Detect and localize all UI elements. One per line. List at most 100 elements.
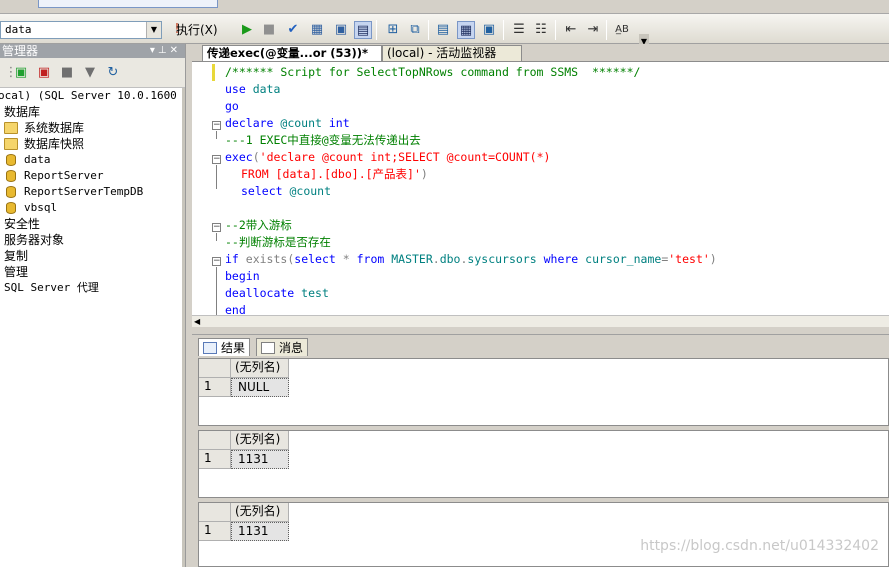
code-line-8: select @count bbox=[241, 183, 331, 200]
chevron-down-icon[interactable]: ▼ bbox=[146, 22, 161, 38]
specify-values-icon[interactable]: A̲B bbox=[613, 21, 631, 39]
database-select[interactable]: data ▼ bbox=[0, 21, 162, 39]
debug-play-icon[interactable]: ▶ bbox=[238, 21, 256, 39]
row-number[interactable]: 1 bbox=[199, 450, 231, 469]
message-icon bbox=[261, 342, 275, 354]
window-tab-fragment[interactable] bbox=[38, 0, 218, 8]
row-number[interactable]: 1 bbox=[199, 522, 231, 541]
title-strip bbox=[0, 0, 889, 14]
decrease-indent-icon[interactable]: ⇤ bbox=[562, 21, 580, 39]
tree-node-server[interactable]: ocal) (SQL Server 10.0.1600 - S bbox=[0, 88, 185, 104]
refresh-icon[interactable]: ↻ bbox=[104, 64, 122, 82]
scroll-left-icon[interactable]: ◀ bbox=[194, 317, 200, 326]
result-grid-3[interactable]: (无列名) 1 1131 bbox=[198, 502, 889, 567]
results-to-file-icon[interactable]: ▣ bbox=[480, 21, 498, 39]
tree-node-databases[interactable]: 数据库 bbox=[0, 104, 185, 120]
database-icon bbox=[6, 170, 16, 182]
tree-node-db-vbsql[interactable]: vbsql bbox=[0, 200, 185, 216]
sql-keyword: declare bbox=[225, 116, 274, 130]
sql-keyword: if bbox=[225, 252, 239, 266]
results-pane: (无列名) 1 NULL (无列名) 1 1131 (无列名) 1 1131 bbox=[192, 356, 889, 567]
sql-variable: @count bbox=[273, 116, 329, 130]
query-editor[interactable]: − − − − /****** Script for SelectTopNRow… bbox=[192, 61, 889, 315]
tree-node-system-databases[interactable]: 系统数据库 bbox=[0, 120, 185, 136]
filter-icon[interactable]: ▼ bbox=[81, 64, 99, 82]
tree-node-database-snapshots[interactable]: 数据库快照 bbox=[0, 136, 185, 152]
execute-button[interactable]: 执行(X) bbox=[176, 21, 218, 39]
code-line-12: if exists(select * from MASTER.dbo.syscu… bbox=[225, 251, 717, 268]
result-grid-2[interactable]: (无列名) 1 1131 bbox=[198, 430, 889, 498]
comment-lines-icon[interactable]: ☰ bbox=[510, 21, 528, 39]
dropdown-icon[interactable]: ▾ bbox=[150, 45, 158, 56]
grid-icon bbox=[203, 342, 217, 354]
increase-indent-icon[interactable]: ⇥ bbox=[584, 21, 602, 39]
sql-identifier: test bbox=[294, 286, 329, 300]
outline-line bbox=[216, 165, 217, 189]
changed-line-marker bbox=[212, 64, 215, 81]
sql-comment: --判断游标是否存在 bbox=[225, 235, 331, 249]
grid-corner[interactable] bbox=[199, 503, 231, 522]
include-plan-icon[interactable]: ▣ bbox=[332, 21, 350, 39]
column-header[interactable]: (无列名) bbox=[231, 359, 289, 378]
grid-corner[interactable] bbox=[199, 359, 231, 378]
sql-identifier: cursor_name bbox=[578, 252, 662, 266]
code-line-2: use data bbox=[225, 81, 280, 98]
stop-icon[interactable]: ■ bbox=[58, 64, 76, 82]
tab-results-label: 结果 bbox=[221, 341, 246, 355]
code-line-14: deallocate test bbox=[225, 285, 329, 302]
sql-punct: . bbox=[432, 252, 440, 266]
column-header[interactable]: (无列名) bbox=[231, 503, 289, 522]
pin-icon[interactable]: ⊥ bbox=[158, 45, 170, 56]
collapse-icon[interactable]: − bbox=[212, 257, 221, 266]
cell-value[interactable]: 1131 bbox=[231, 522, 289, 541]
connect-icon[interactable]: ▣ bbox=[12, 64, 30, 82]
collapse-icon[interactable]: − bbox=[212, 223, 221, 232]
tab-activity-monitor[interactable]: (local) - 活动监视器 bbox=[382, 45, 522, 61]
cell-value[interactable]: 1131 bbox=[231, 450, 289, 469]
parse-check-icon[interactable]: ✔ bbox=[284, 21, 302, 39]
row-number[interactable]: 1 bbox=[199, 378, 231, 397]
disconnect-icon[interactable]: ▣ bbox=[35, 64, 53, 82]
tree-node-server-objects[interactable]: 服务器对象 bbox=[0, 232, 185, 248]
collapse-icon[interactable]: − bbox=[212, 155, 221, 164]
close-icon[interactable]: ✕ bbox=[170, 45, 181, 56]
sql-comment: /****** Script for SelectTopNRows comman… bbox=[225, 65, 641, 79]
sql-string: 'declare @count int;SELECT @count=COUNT(… bbox=[259, 150, 551, 164]
grid-corner[interactable] bbox=[199, 431, 231, 450]
results-to-grid-icon[interactable]: ▤ bbox=[354, 21, 372, 39]
toolbar-separator bbox=[376, 20, 377, 40]
result-grid-1[interactable]: (无列名) 1 NULL bbox=[198, 358, 889, 426]
sql-comment: --2带入游标 bbox=[225, 218, 292, 232]
tree-node-db-reportservertempdb[interactable]: ReportServerTempDB bbox=[0, 184, 185, 200]
tree-node-db-reportserver[interactable]: ReportServer bbox=[0, 168, 185, 184]
column-header[interactable]: (无列名) bbox=[231, 431, 289, 450]
sql-keyword: select bbox=[241, 184, 283, 198]
explorer-scrollbar[interactable] bbox=[182, 88, 185, 567]
tree-node-sql-agent[interactable]: SQL Server 代理 bbox=[0, 280, 185, 296]
tab-messages-label: 消息 bbox=[279, 341, 304, 355]
sql-operator: * bbox=[335, 252, 357, 266]
collapse-icon[interactable]: − bbox=[212, 121, 221, 130]
tab-messages[interactable]: 消息 bbox=[256, 338, 309, 358]
tab-results[interactable]: 结果 bbox=[198, 338, 251, 358]
tree-node-db-data[interactable]: data bbox=[0, 152, 185, 168]
display-plan-icon[interactable]: ⊞ bbox=[384, 21, 402, 39]
results-to-text-icon[interactable]: ▤ bbox=[434, 21, 452, 39]
query-designer-icon[interactable]: ▦ bbox=[308, 21, 326, 39]
code-line-5: ---1 EXEC中直接@变量无法传递出去 bbox=[225, 132, 421, 149]
query-options-icon[interactable]: ⧉ bbox=[406, 21, 424, 39]
cell-value[interactable]: NULL bbox=[231, 378, 289, 397]
editor-horizontal-scrollbar[interactable]: ◀ bbox=[192, 315, 889, 327]
tab-query-editor[interactable]: 传递exec(@变量...or (53))* bbox=[202, 45, 382, 61]
uncomment-lines-icon[interactable]: ☷ bbox=[532, 21, 550, 39]
tree-node-management[interactable]: 管理 bbox=[0, 264, 185, 280]
tree-node-security[interactable]: 安全性 bbox=[0, 216, 185, 232]
toolbar-separator bbox=[606, 20, 607, 40]
sql-string: 'test' bbox=[668, 252, 710, 266]
node-label: 管理 bbox=[4, 265, 29, 279]
sql-comment: ---1 EXEC中直接@变量无法传递出去 bbox=[225, 133, 421, 147]
results-grid-icon[interactable]: ▦ bbox=[457, 21, 475, 39]
stop-icon[interactable]: ■ bbox=[260, 21, 278, 39]
object-explorer-toolbar: ⋮ ▣ ▣ ■ ▼ ↻ bbox=[0, 58, 185, 88]
tree-node-replication[interactable]: 复制 bbox=[0, 248, 185, 264]
